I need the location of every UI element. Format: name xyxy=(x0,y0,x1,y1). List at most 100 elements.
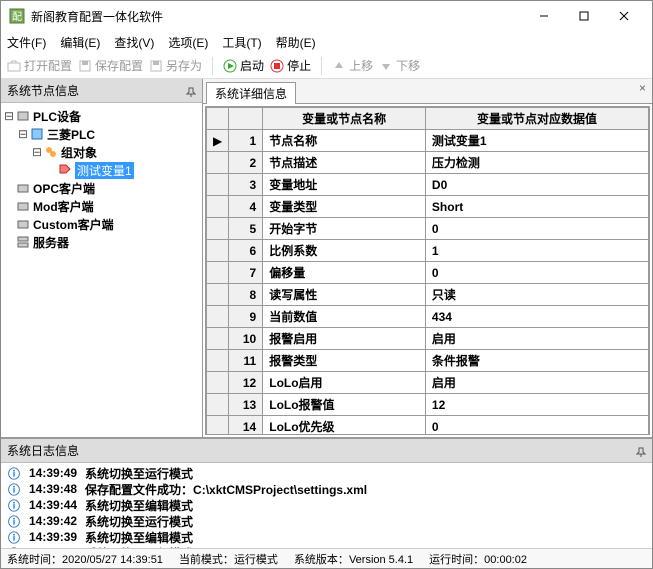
log-time: 14:39:49 xyxy=(29,466,77,480)
log-time: 14:39:44 xyxy=(29,498,77,512)
log-row: ⓘ 14:39:39 系统切换至编辑模式 xyxy=(7,529,646,545)
svg-text:配: 配 xyxy=(12,11,22,23)
tree-pane: 系统节点信息 ⊟ PLC设备 ⊟ 三菱PLC ⊟ 组对象 测试变量1 xyxy=(1,79,203,437)
table-row[interactable]: 2节点描述压力检测 xyxy=(207,152,649,174)
tree-node-testvar1[interactable]: 测试变量1 xyxy=(3,161,200,179)
info-icon: ⓘ xyxy=(7,513,21,530)
table-row[interactable]: 7偏移量0 xyxy=(207,262,649,284)
client-icon xyxy=(15,181,31,195)
table-row[interactable]: 12LoLo启用启用 xyxy=(207,372,649,394)
menubar: 文件(F) 编辑(E) 查找(V) 选项(E) 工具(T) 帮助(E) xyxy=(1,31,652,53)
log-pane-header: 系统日志信息 xyxy=(1,439,652,463)
pin-icon[interactable] xyxy=(636,446,646,456)
start-button[interactable]: 启动 xyxy=(223,57,264,74)
table-row[interactable]: 11报警类型条件报警 xyxy=(207,350,649,372)
collapse-icon[interactable]: ⊟ xyxy=(3,109,15,123)
tree-node-server[interactable]: 服务器 xyxy=(3,233,200,251)
detail-tabbar: 系统详细信息 × xyxy=(203,79,652,104)
table-row[interactable]: 3变量地址D0 xyxy=(207,174,649,196)
tree-node-custom-client[interactable]: Custom客户端 xyxy=(3,215,200,233)
info-icon: ⓘ xyxy=(7,465,21,482)
status-mode: 当前模式：运行模式 xyxy=(179,551,278,567)
collapse-icon[interactable]: ⊟ xyxy=(31,145,43,159)
titlebar: 配 新阁教育配置一体化软件 xyxy=(1,1,652,31)
log-time: 14:39:39 xyxy=(29,530,77,544)
log-row: ⓘ 14:39:42 系统切换至运行模式 xyxy=(7,513,646,529)
tree[interactable]: ⊟ PLC设备 ⊟ 三菱PLC ⊟ 组对象 测试变量1 OPC客户 xyxy=(1,103,202,437)
tab-detail[interactable]: 系统详细信息 xyxy=(206,82,296,104)
device-icon xyxy=(15,109,31,123)
toolbar: 打开配置 保存配置 另存为 启动 停止 上移 下移 xyxy=(1,53,652,79)
stop-icon xyxy=(270,59,284,73)
tree-node-opc-client[interactable]: OPC客户端 xyxy=(3,179,200,197)
pin-icon[interactable] xyxy=(186,86,196,96)
saveas-icon xyxy=(149,59,163,73)
table-row[interactable]: 13LoLo报警值12 xyxy=(207,394,649,416)
table-row[interactable]: 6比例系数1 xyxy=(207,240,649,262)
tab-close-icon[interactable]: × xyxy=(636,81,649,103)
table-row[interactable]: 9当前数值434 xyxy=(207,306,649,328)
tree-node-plc-devices[interactable]: ⊟ PLC设备 xyxy=(3,107,200,125)
log-message: 系统切换至运行模式 xyxy=(85,513,193,530)
log-body[interactable]: ⓘ 14:39:49 系统切换至运行模式 ⓘ 14:39:48 保存配置文件成功：C:\x… xyxy=(1,463,652,548)
tree-node-mod-client[interactable]: Mod客户端 xyxy=(3,197,200,215)
collapse-icon[interactable]: ⊟ xyxy=(17,127,29,141)
start-icon xyxy=(223,59,237,73)
table-row[interactable]: 10报警启用启用 xyxy=(207,328,649,350)
menu-help[interactable]: 帮助(E) xyxy=(276,34,316,51)
tree-node-mitsubishi-plc[interactable]: ⊟ 三菱PLC xyxy=(3,125,200,143)
server-icon xyxy=(15,235,31,249)
client-icon xyxy=(15,199,31,213)
moveup-button[interactable]: 上移 xyxy=(332,57,373,74)
open-icon xyxy=(7,59,21,73)
tree-node-group[interactable]: ⊟ 组对象 xyxy=(3,143,200,161)
table-row[interactable]: 8读写属性只读 xyxy=(207,284,649,306)
table-row[interactable]: ▶1节点名称测试变量1 xyxy=(207,130,649,152)
status-runtime: 运行时间：00:00:02 xyxy=(429,551,527,567)
tree-pane-title: 系统节点信息 xyxy=(7,82,79,99)
status-time: 系统时间：2020/05/27 14:39:51 xyxy=(7,551,163,567)
log-row: ⓘ14:39:44系统切换至编辑模式 xyxy=(7,497,646,513)
statusbar: 系统时间：2020/05/27 14:39:51 当前模式：运行模式 系统版本：… xyxy=(1,548,652,568)
log-message: 保存配置文件成功：C:\xktCMSProject\settings.xml xyxy=(85,481,367,498)
group-icon xyxy=(43,145,59,159)
col-value: 变量或节点对应数据值 xyxy=(425,108,648,130)
menu-tools[interactable]: 工具(T) xyxy=(222,34,261,51)
stop-button[interactable]: 停止 xyxy=(270,57,311,74)
menu-file[interactable]: 文件(F) xyxy=(7,34,46,51)
table-row[interactable]: 14LoLo优先级0 xyxy=(207,416,649,436)
menu-options[interactable]: 选项(E) xyxy=(168,34,208,51)
log-row: ⓘ14:39:49系统切换至运行模式 xyxy=(7,465,646,481)
detail-grid[interactable]: 变量或节点名称 变量或节点对应数据值 ▶1节点名称测试变量12节点描述压力检测3… xyxy=(205,106,650,435)
save-config-button[interactable]: 保存配置 xyxy=(78,57,143,74)
tree-pane-header: 系统节点信息 xyxy=(1,79,202,103)
tag-icon xyxy=(57,163,73,177)
info-icon: ⓘ xyxy=(7,529,21,546)
saveas-button[interactable]: 另存为 xyxy=(149,57,202,74)
log-pane: 系统日志信息 ⓘ 14:39:49 系统切换至运行模式 ⓘ 14:39:48 保存配置文件… xyxy=(1,437,652,548)
maximize-button[interactable] xyxy=(564,1,604,31)
log-message: 系统切换至编辑模式 xyxy=(85,529,193,546)
toolbar-separator xyxy=(212,57,213,75)
table-row[interactable]: 5开始字节0 xyxy=(207,218,649,240)
arrow-down-icon xyxy=(379,59,393,73)
client-icon xyxy=(15,217,31,231)
log-time: 14:39:42 xyxy=(29,514,77,528)
close-button[interactable] xyxy=(604,1,644,31)
arrow-up-icon xyxy=(332,59,346,73)
detail-pane: 系统详细信息 × 变量或节点名称 变量或节点对应数据值 ▶1节点名称测试变量12… xyxy=(203,79,652,437)
plc-icon xyxy=(29,127,45,141)
log-row: ⓘ 14:39:48 保存配置文件成功：C:\xktCMSProject\setti… xyxy=(7,481,646,497)
col-name: 变量或节点名称 xyxy=(263,108,426,130)
log-message: 系统切换至编辑模式 xyxy=(85,497,193,514)
menu-find[interactable]: 查找(V) xyxy=(114,34,154,51)
log-time: 14:39:48 xyxy=(29,482,77,496)
window-title: 新阁教育配置一体化软件 xyxy=(31,8,524,25)
open-config-button[interactable]: 打开配置 xyxy=(7,57,72,74)
table-row[interactable]: 4变量类型Short xyxy=(207,196,649,218)
minimize-button[interactable] xyxy=(524,1,564,31)
info-icon: ⓘ xyxy=(7,481,21,498)
status-version: 系统版本：Version 5.4.1 xyxy=(294,551,413,567)
menu-edit[interactable]: 编辑(E) xyxy=(60,34,100,51)
movedown-button[interactable]: 下移 xyxy=(379,57,420,74)
